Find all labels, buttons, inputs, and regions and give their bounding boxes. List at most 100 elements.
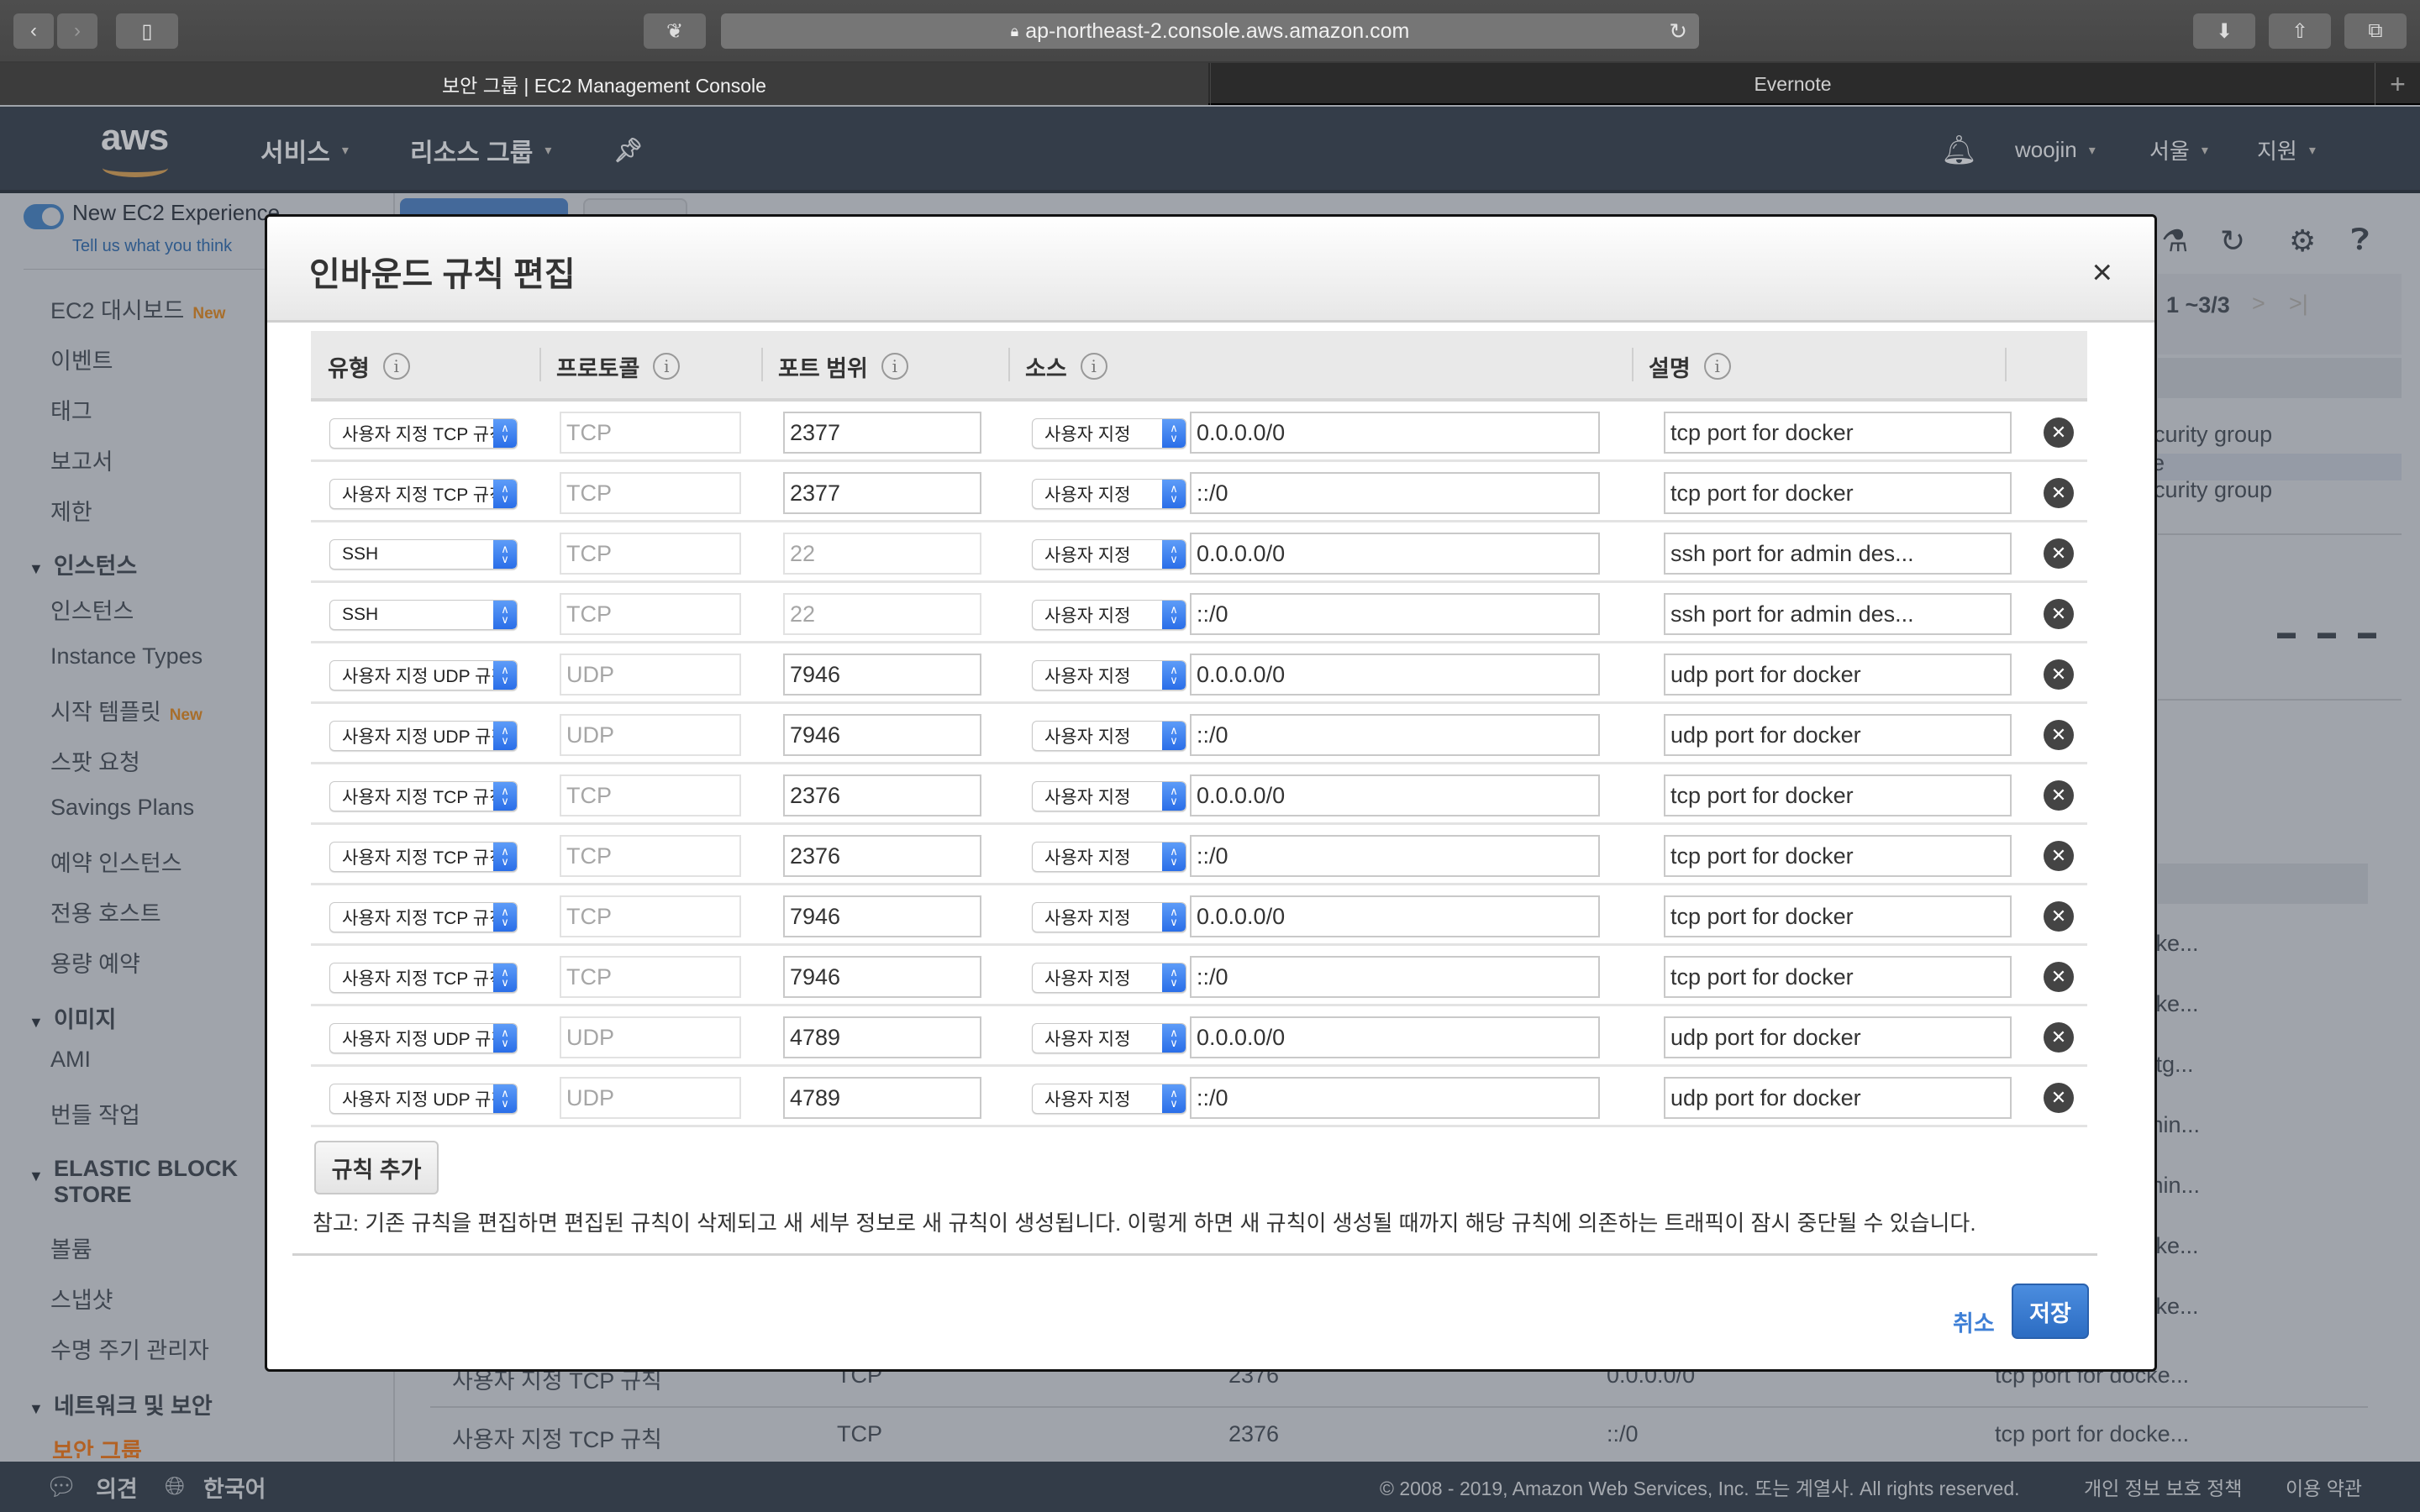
sidebar-item-ami[interactable]: AMI: [50, 1047, 91, 1073]
sidebar-item-instances[interactable]: 인스턴스: [50, 593, 134, 626]
description-input[interactable]: tcp port for docker: [1664, 835, 2012, 877]
source-type-select[interactable]: 사용자 지정 ∧ ∨: [1032, 418, 1186, 449]
sidebar-item-limits[interactable]: 제한: [50, 494, 92, 527]
delete-rule-icon[interactable]: ✕: [2044, 417, 2074, 448]
delete-rule-icon[interactable]: ✕: [2044, 599, 2074, 629]
tabs-overview-button[interactable]: ⧉: [2344, 13, 2407, 49]
rule-type-select[interactable]: 사용자 지정 TCP 규칙 ∧ ∨: [329, 842, 518, 872]
address-bar[interactable]: 🔒︎ ap-northeast-2.console.aws.amazon.com…: [721, 13, 1699, 49]
refresh-icon[interactable]: ↻: [2220, 223, 2245, 259]
sidebar-section-network-security[interactable]: ▼ 네트워크 및 보안: [29, 1388, 213, 1420]
panel-size-icon[interactable]: ▬: [2358, 622, 2376, 643]
next-page-icon[interactable]: >: [2252, 291, 2265, 317]
description-input[interactable]: tcp port for docker: [1664, 956, 2012, 998]
delete-rule-icon[interactable]: ✕: [2044, 901, 2074, 932]
info-icon[interactable]: i: [1703, 353, 1731, 380]
rule-type-select[interactable]: 사용자 지정 UDP 규칙 ∧ ∨: [329, 721, 518, 751]
source-cidr-input[interactable]: ::/0: [1190, 714, 1600, 756]
sidebar-section-images[interactable]: ▼ 이미지: [29, 1001, 116, 1034]
description-input[interactable]: udp port for docker: [1664, 714, 2012, 756]
rule-type-select[interactable]: 사용자 지정 TCP 규칙 ∧ ∨: [329, 902, 518, 932]
tab-evernote[interactable]: Evernote: [1210, 63, 2375, 105]
port-range-input[interactable]: 7946: [783, 654, 981, 696]
flask-icon[interactable]: ⚗: [2161, 223, 2188, 259]
gear-icon[interactable]: ⚙: [2289, 223, 2316, 259]
downloads-button[interactable]: ⬇: [2193, 13, 2255, 49]
source-cidr-input[interactable]: 0.0.0.0/0: [1190, 774, 1600, 816]
cancel-button[interactable]: 취소: [1953, 1305, 1995, 1338]
share-button[interactable]: ⇧: [2269, 13, 2331, 49]
panel-size-icon[interactable]: ▬: [2317, 622, 2336, 643]
aws-logo[interactable]: aws: [101, 117, 176, 177]
delete-rule-icon[interactable]: ✕: [2044, 962, 2074, 992]
sidebar-item-events[interactable]: 이벤트: [50, 343, 113, 375]
notifications-button[interactable]: 🔔︎: [1941, 107, 1977, 193]
rule-type-select[interactable]: 사용자 지정 TCP 규칙 ∧ ∨: [329, 418, 518, 449]
description-input[interactable]: udp port for docker: [1664, 654, 2012, 696]
source-cidr-input[interactable]: ::/0: [1190, 956, 1600, 998]
source-cidr-input[interactable]: 0.0.0.0/0: [1190, 412, 1600, 454]
info-icon[interactable]: i: [653, 353, 681, 380]
delete-rule-icon[interactable]: ✕: [2044, 720, 2074, 750]
port-range-input[interactable]: 2376: [783, 774, 981, 816]
source-type-select[interactable]: 사용자 지정 ∧ ∨: [1032, 963, 1186, 993]
add-rule-button[interactable]: 규칙 추가: [314, 1141, 439, 1194]
port-range-input[interactable]: 2376: [783, 835, 981, 877]
delete-rule-icon[interactable]: ✕: [2044, 659, 2074, 690]
sidebar-item-launch-templates[interactable]: 시작 템플릿 New: [50, 694, 203, 727]
port-range-input[interactable]: 2377: [783, 472, 981, 514]
new-tab-button[interactable]: +: [2375, 63, 2420, 105]
description-input[interactable]: tcp port for docker: [1664, 412, 2012, 454]
source-cidr-input[interactable]: 0.0.0.0/0: [1190, 1016, 1600, 1058]
description-input[interactable]: tcp port for docker: [1664, 472, 2012, 514]
feedback-link[interactable]: Tell us what you think: [72, 237, 232, 256]
port-range-input[interactable]: 7946: [783, 956, 981, 998]
description-input[interactable]: udp port for docker: [1664, 1016, 2012, 1058]
rule-type-select[interactable]: SSH ∧ ∨: [329, 600, 518, 630]
source-type-select[interactable]: 사용자 지정 ∧ ∨: [1032, 539, 1186, 570]
source-type-select[interactable]: 사용자 지정 ∧ ∨: [1032, 781, 1186, 811]
rule-type-select[interactable]: SSH ∧ ∨: [329, 539, 518, 570]
source-type-select[interactable]: 사용자 지정 ∧ ∨: [1032, 660, 1186, 690]
reload-icon[interactable]: ↻: [1669, 18, 1687, 45]
services-menu[interactable]: 서비스 ▾: [260, 107, 349, 193]
sidebar-item-capacity-reservations[interactable]: 용량 예약: [50, 946, 140, 979]
description-input[interactable]: ssh port for admin des...: [1664, 533, 2012, 575]
sidebar-item-instance-types[interactable]: Instance Types: [50, 643, 203, 669]
sidebar-item-dashboard[interactable]: EC2 대시보드 New: [50, 292, 225, 325]
rule-type-select[interactable]: 사용자 지정 UDP 규칙 ∧ ∨: [329, 660, 518, 690]
tab-ec2-console[interactable]: 보안 그룹 | EC2 Management Console: [0, 63, 1208, 105]
delete-rule-icon[interactable]: ✕: [2044, 780, 2074, 811]
delete-rule-icon[interactable]: ✕: [2044, 1022, 2074, 1053]
sidebar-section-instances[interactable]: ▼ 인스턴스: [29, 548, 137, 580]
info-icon[interactable]: i: [382, 353, 410, 380]
rule-type-select[interactable]: 사용자 지정 TCP 규칙 ∧ ∨: [329, 963, 518, 993]
description-input[interactable]: tcp port for docker: [1664, 774, 2012, 816]
sidebar-item-snapshots[interactable]: 스냅샷: [50, 1282, 113, 1315]
new-experience-toggle[interactable]: [24, 204, 64, 229]
sidebar-item-volumes[interactable]: 볼륨: [50, 1231, 92, 1264]
source-cidr-input[interactable]: 0.0.0.0/0: [1190, 895, 1600, 937]
region-menu[interactable]: 서울 ▾: [2149, 107, 2208, 193]
source-type-select[interactable]: 사용자 지정 ∧ ∨: [1032, 721, 1186, 751]
delete-rule-icon[interactable]: ✕: [2044, 1083, 2074, 1113]
source-type-select[interactable]: 사용자 지정 ∧ ∨: [1032, 842, 1186, 872]
back-button[interactable]: ‹: [13, 13, 54, 49]
user-menu[interactable]: woojin ▾: [2015, 107, 2096, 193]
sidebar-item-savings-plans[interactable]: Savings Plans: [50, 795, 194, 821]
source-type-select[interactable]: 사용자 지정 ∧ ∨: [1032, 1084, 1186, 1114]
port-range-input[interactable]: 2377: [783, 412, 981, 454]
delete-rule-icon[interactable]: ✕: [2044, 478, 2074, 508]
save-button[interactable]: 저장: [2012, 1284, 2089, 1339]
support-menu[interactable]: 지원 ▾: [2257, 107, 2316, 193]
sidebar-item-bundle-tasks[interactable]: 번들 작업: [50, 1097, 140, 1130]
delete-rule-icon[interactable]: ✕: [2044, 841, 2074, 871]
source-cidr-input[interactable]: ::/0: [1190, 593, 1600, 635]
info-icon[interactable]: i: [1080, 353, 1107, 380]
sidebar-item-reserved-instances[interactable]: 예약 인스턴스: [50, 845, 182, 878]
rule-type-select[interactable]: 사용자 지정 TCP 규칙 ∧ ∨: [329, 479, 518, 509]
source-cidr-input[interactable]: ::/0: [1190, 1077, 1600, 1119]
sidebar-item-dedicated-hosts[interactable]: 전용 호스트: [50, 895, 161, 928]
close-icon[interactable]: ×: [2091, 252, 2112, 292]
sidebar-item-reports[interactable]: 보고서: [50, 444, 113, 476]
